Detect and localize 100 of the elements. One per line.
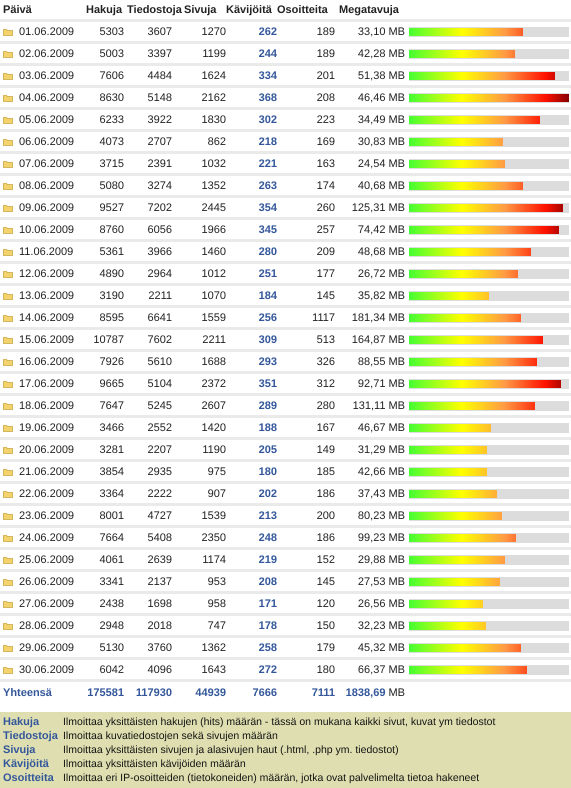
- table-cell-text: 4096: [146, 664, 172, 676]
- table-cell-text: 2948: [98, 620, 124, 632]
- table-cell-text: 219: [258, 554, 277, 566]
- folder-icon: [3, 622, 13, 630]
- table-cell-text: 29,88 MB: [356, 554, 405, 566]
- table-cell-text: 975: [206, 466, 226, 478]
- folder-icon: [3, 314, 13, 322]
- table-cell-text: 3854: [98, 466, 124, 478]
- table-cell-text: 5610: [146, 356, 172, 368]
- legend-description: Ilmoittaa kuvatiedostojen sekä sivujen määrän: [63, 730, 278, 742]
- date-cell: 10.06.2009: [19, 224, 74, 236]
- table-cell-text: 1624: [200, 70, 226, 82]
- table-cell-text: 3922: [146, 114, 172, 126]
- folder-icon: [3, 446, 13, 454]
- table-cell-text: 31,29 MB: [356, 444, 405, 456]
- date-cell: 23.06.2009: [19, 510, 74, 522]
- table-cell-text: 272: [258, 664, 277, 676]
- column-header: Tiedostoja: [127, 4, 182, 16]
- table-cell-text: 334: [258, 70, 277, 82]
- column-header: Hakuja: [86, 4, 122, 16]
- table-cell-text: 3966: [146, 246, 172, 258]
- table-cell-text: 351: [258, 378, 277, 390]
- table-cell-text: 7926: [98, 356, 124, 368]
- table-cell-text: 32,23 MB: [356, 620, 405, 632]
- total-cell-text: 175581: [86, 687, 124, 699]
- date-cell: 05.06.2009: [19, 114, 74, 126]
- table-cell-text: 3364: [98, 488, 124, 500]
- table-cell-text: 7647: [98, 400, 124, 412]
- table-cell-text: 907: [206, 488, 226, 500]
- table-cell-text: 2222: [146, 488, 172, 500]
- table-cell-text: 213: [258, 510, 277, 522]
- table-cell-text: 8630: [98, 92, 124, 104]
- date-cell: 04.06.2009: [19, 92, 74, 104]
- table-cell-text: 35,82 MB: [356, 290, 405, 302]
- folder-icon: [3, 402, 13, 410]
- table-cell-text: 2372: [200, 378, 226, 390]
- folder-icon: [3, 644, 13, 652]
- table-cell-text: 3274: [146, 180, 172, 192]
- date-cell: 21.06.2009: [19, 466, 74, 478]
- folder-icon: [3, 248, 13, 256]
- table-cell-text: 1352: [200, 180, 226, 192]
- table-cell-text: 5080: [98, 180, 124, 192]
- table-cell-text: 181,34 MB: [350, 312, 405, 324]
- table-cell-text: 9527: [98, 202, 124, 214]
- total-cell-text: 7111: [310, 687, 335, 699]
- table-cell-text: 201: [316, 70, 335, 82]
- table-cell-text: 1362: [200, 642, 226, 654]
- table-cell-text: 5130: [98, 642, 124, 654]
- table-cell-text: 244: [258, 48, 277, 60]
- table-cell-text: 280: [258, 246, 277, 258]
- table-cell-text: 2552: [146, 422, 172, 434]
- table-cell-text: 251: [258, 268, 277, 280]
- folder-icon: [3, 380, 13, 388]
- date-cell: 02.06.2009: [19, 48, 74, 60]
- date-cell: 06.06.2009: [19, 136, 74, 148]
- folder-icon: [3, 270, 13, 278]
- table-cell-text: 179: [316, 642, 335, 654]
- table-cell-text: 4061: [98, 554, 124, 566]
- table-cell-text: 2211: [201, 334, 226, 346]
- table-cell-text: 2211: [147, 290, 172, 302]
- table-cell-text: 131,11 MB: [352, 400, 405, 412]
- table-cell-text: 2391: [146, 158, 172, 170]
- table-cell-text: 2207: [146, 444, 172, 456]
- table-cell-text: 152: [316, 554, 335, 566]
- folder-icon: [3, 490, 13, 498]
- folder-icon: [3, 468, 13, 476]
- folder-icon: [3, 226, 13, 234]
- table-cell-text: 208: [316, 92, 335, 104]
- table-cell-text: 99,23 MB: [356, 532, 405, 544]
- table-cell-text: 3190: [98, 290, 124, 302]
- table-cell-text: 248: [258, 532, 277, 544]
- table-cell-text: 186: [316, 532, 335, 544]
- table-cell-text: 1698: [146, 598, 172, 610]
- table-cell-text: 169: [316, 136, 335, 148]
- date-cell: 19.06.2009: [19, 422, 74, 434]
- table-cell-text: 48,68 MB: [356, 246, 405, 258]
- table-cell-text: 2162: [200, 92, 226, 104]
- folder-icon: [3, 160, 13, 168]
- table-cell-text: 202: [258, 488, 277, 500]
- table-cell-text: 312: [316, 378, 335, 390]
- table-cell-text: 180: [316, 664, 335, 676]
- table-cell-text: 34,49 MB: [356, 114, 405, 126]
- table-cell-text: 164,87 MB: [350, 334, 405, 346]
- table-cell-text: 1460: [200, 246, 226, 258]
- table-cell-text: 33,10 MB: [356, 26, 405, 38]
- table-cell-text: 958: [206, 598, 226, 610]
- date-cell: 08.06.2009: [19, 180, 74, 192]
- legend-term: Kävijöitä: [3, 758, 50, 770]
- table-cell-text: 260: [316, 202, 335, 214]
- table-cell-text: 200: [316, 510, 335, 522]
- folder-icon: [3, 94, 13, 102]
- table-cell-text: 209: [316, 246, 335, 258]
- table-cell-text: 46,67 MB: [356, 422, 405, 434]
- date-cell: 12.06.2009: [19, 268, 74, 280]
- table-cell-text: 1643: [200, 664, 226, 676]
- table-cell-text: 2445: [200, 202, 226, 214]
- table-cell-text: 2350: [200, 532, 226, 544]
- table-cell-text: 263: [258, 180, 277, 192]
- folder-icon: [3, 28, 13, 36]
- table-cell-text: 326: [316, 356, 335, 368]
